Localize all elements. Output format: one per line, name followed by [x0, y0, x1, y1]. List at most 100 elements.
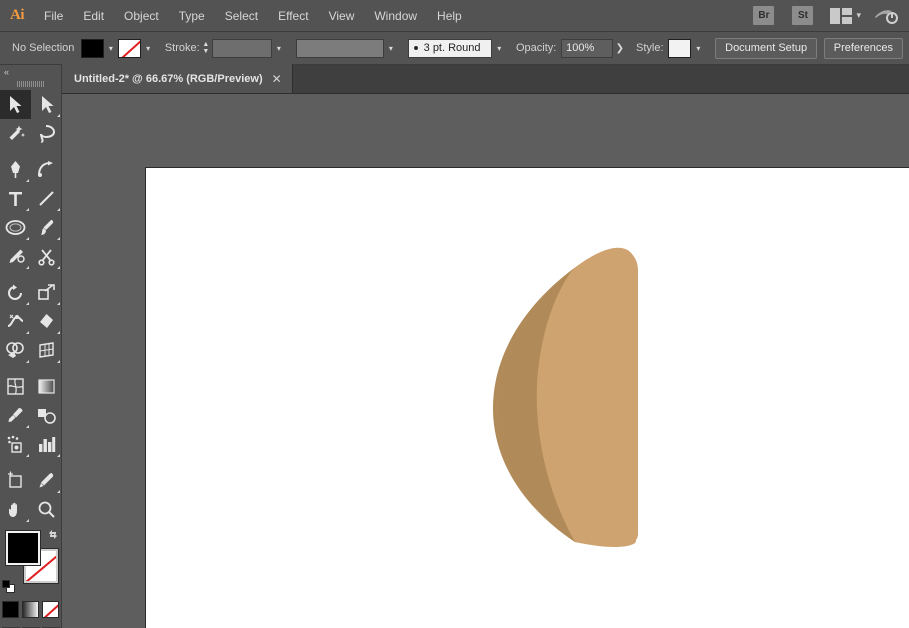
symbol-sprayer-tool[interactable]	[0, 430, 31, 459]
document-tab-bar: Untitled-2* @ 66.67% (RGB/Preview) ✕	[62, 64, 909, 94]
artboard-tool[interactable]	[0, 466, 31, 495]
stock-button[interactable]: St	[792, 6, 814, 25]
scale-tool[interactable]	[31, 278, 62, 307]
width-tool[interactable]	[0, 307, 31, 336]
opacity-flyout-icon[interactable]: ❯	[613, 39, 626, 58]
illustrator-window: Ai File Edit Object Type Select Effect V…	[0, 0, 909, 628]
menu-edit[interactable]: Edit	[73, 0, 114, 32]
menu-object[interactable]: Object	[114, 0, 169, 32]
close-icon[interactable]: ✕	[272, 73, 282, 85]
crescent-leaf-shape[interactable]	[146, 168, 909, 628]
brush-dropdown-icon[interactable]: ▾	[492, 39, 506, 58]
menu-help[interactable]: Help	[427, 0, 472, 32]
adobe-stock-icon[interactable]	[873, 6, 899, 26]
line-segment-tool[interactable]	[31, 184, 62, 213]
canvas-area[interactable]	[62, 94, 909, 628]
shape-builder-tool[interactable]	[0, 336, 31, 365]
tool-flyout-indicator	[57, 237, 60, 240]
tool-flyout-indicator	[26, 331, 29, 334]
column-graph-tool[interactable]	[31, 430, 62, 459]
type-tool[interactable]	[0, 184, 31, 213]
graphic-style-swatch[interactable]	[668, 38, 692, 58]
chevron-down-icon[interactable]: ▾	[856, 10, 861, 21]
menu-bar: Ai File Edit Object Type Select Effect V…	[0, 0, 909, 32]
tool-flyout-indicator	[26, 179, 29, 182]
lasso-tool[interactable]	[31, 119, 62, 148]
tool-flyout-indicator	[26, 302, 29, 305]
tool-flyout-indicator	[57, 302, 60, 305]
free-transform-tool[interactable]	[31, 307, 62, 336]
stroke-weight-dropdown-icon[interactable]: ▾	[272, 39, 286, 58]
scissors-eraser-tool[interactable]	[31, 242, 62, 271]
style-dropdown-icon[interactable]: ▾	[691, 39, 705, 58]
tool-flyout-indicator	[26, 519, 29, 522]
menu-view[interactable]: View	[319, 0, 365, 32]
fill-swatch[interactable]	[5, 530, 41, 566]
control-panel: No Selection ▾ ▾ Stroke: ▲ ▼ ▾ ▾ 3 pt. Ro…	[0, 32, 909, 65]
hand-tool[interactable]	[0, 495, 31, 524]
menu-file[interactable]: File	[34, 0, 73, 32]
curvature-tool[interactable]	[31, 155, 62, 184]
paint-mode-row	[0, 601, 61, 618]
menu-select[interactable]: Select	[215, 0, 268, 32]
opacity-input[interactable]: 100%	[561, 38, 614, 58]
preferences-button[interactable]: Preferences	[823, 37, 904, 59]
tool-flyout-indicator	[26, 208, 29, 211]
eyedropper-tool[interactable]	[0, 401, 31, 430]
slice-tool[interactable]	[31, 466, 62, 495]
rotate-tool[interactable]	[0, 278, 31, 307]
selection-tool[interactable]	[0, 90, 31, 119]
collapse-panel-icon[interactable]: «	[0, 65, 61, 78]
stroke-weight-input[interactable]	[212, 38, 272, 58]
tool-flyout-indicator	[26, 266, 29, 269]
artboard[interactable]	[145, 167, 909, 628]
variable-width-dropdown-icon[interactable]: ▾	[384, 39, 398, 58]
stroke-weight-stepper[interactable]: ▲ ▼	[200, 39, 212, 58]
tool-grid	[0, 90, 62, 524]
ellipse-tool[interactable]	[0, 213, 31, 242]
arrange-documents-icon[interactable]	[830, 7, 853, 24]
variable-width-profile-input[interactable]	[295, 38, 384, 58]
menu-bar-right: Br St ▾	[744, 6, 909, 26]
zoom-tool[interactable]	[31, 495, 62, 524]
magic-wand-tool[interactable]	[0, 119, 31, 148]
document-tab[interactable]: Untitled-2* @ 66.67% (RGB/Preview) ✕	[62, 64, 293, 93]
menu-type[interactable]: Type	[169, 0, 215, 32]
tool-flyout-indicator	[26, 425, 29, 428]
default-fill-stroke-icon[interactable]	[2, 580, 15, 593]
shaper-pencil-tool[interactable]	[0, 242, 31, 271]
mesh-tool[interactable]	[0, 372, 31, 401]
menu-window[interactable]: Window	[364, 0, 427, 32]
fill-color-swatch[interactable]	[80, 38, 104, 58]
style-label: Style:	[636, 42, 664, 54]
direct-selection-tool[interactable]	[31, 90, 62, 119]
gradient-tool[interactable]	[31, 372, 62, 401]
color-swatch-button[interactable]	[2, 601, 19, 618]
blend-tool[interactable]	[31, 401, 62, 430]
tool-flyout-indicator	[57, 454, 60, 457]
brush-preview-dot	[413, 46, 418, 50]
tool-flyout-indicator	[57, 114, 60, 117]
tool-flyout-indicator	[57, 266, 60, 269]
document-tab-title: Untitled-2* @ 66.67% (RGB/Preview)	[74, 72, 263, 85]
tool-flyout-indicator	[26, 454, 29, 457]
paintbrush-tool[interactable]	[31, 213, 62, 242]
opacity-label: Opacity:	[516, 42, 557, 54]
stroke-dropdown-icon[interactable]: ▾	[141, 39, 155, 58]
document-setup-button[interactable]: Document Setup	[715, 37, 818, 59]
pen-tool[interactable]	[0, 155, 31, 184]
fill-dropdown-icon[interactable]: ▾	[104, 39, 118, 58]
stroke-color-swatch[interactable]	[117, 38, 141, 58]
brush-definition-select[interactable]: 3 pt. Round	[407, 38, 493, 58]
swap-fill-stroke-icon[interactable]	[47, 528, 59, 540]
perspective-grid-tool[interactable]	[31, 336, 62, 365]
menu-effect[interactable]: Effect	[268, 0, 318, 32]
panel-grip[interactable]	[0, 78, 61, 90]
app-logo: Ai	[10, 7, 25, 23]
fill-stroke-controls	[0, 527, 62, 599]
gradient-swatch-button[interactable]	[22, 601, 39, 618]
tool-flyout-indicator	[57, 490, 60, 493]
bridge-button[interactable]: Br	[753, 6, 775, 25]
tools-panel: «	[0, 65, 62, 628]
none-swatch-button[interactable]	[42, 601, 59, 618]
